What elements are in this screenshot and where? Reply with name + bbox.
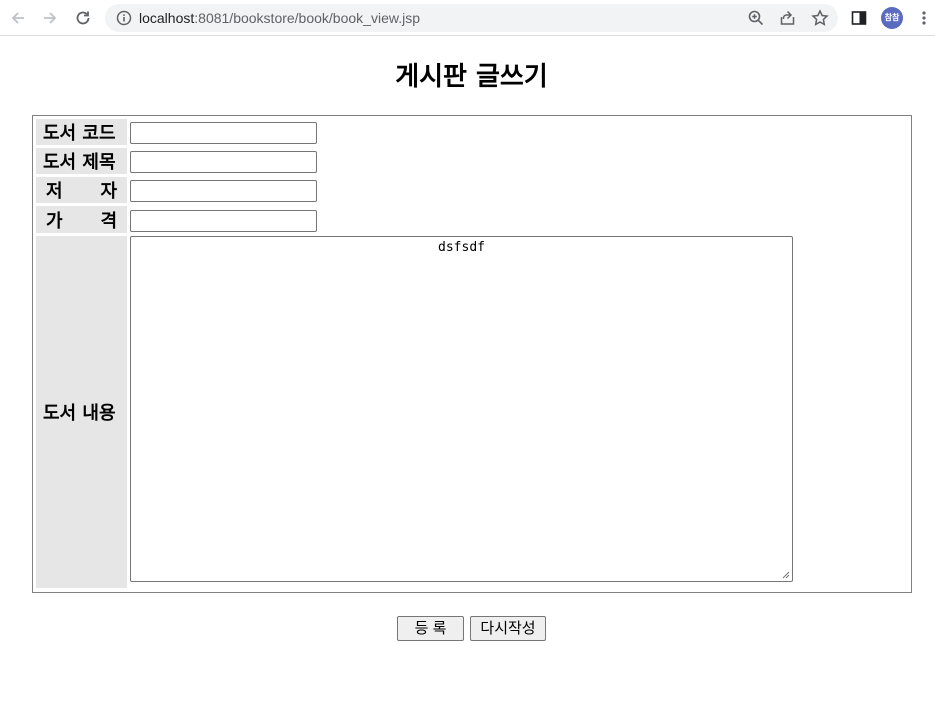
back-button[interactable] [6, 6, 30, 30]
submit-button[interactable]: 등 록 [397, 616, 464, 641]
reload-icon [76, 11, 90, 25]
content-text: dsfsdf [438, 240, 485, 255]
title-label-text: 도서 제목 [43, 152, 116, 173]
side-panel-button[interactable] [849, 8, 869, 28]
code-label: 도서 코드 [36, 119, 127, 145]
reset-button[interactable]: 다시작성 [470, 616, 546, 641]
price-label-char-2: 격 [100, 210, 117, 232]
page-title: 게시판 글쓰기 [395, 62, 548, 92]
resize-grip-icon[interactable] [782, 571, 790, 579]
author-label-char-1: 저 [46, 181, 63, 202]
bookmark-star-icon[interactable] [811, 9, 829, 27]
price-label-char-1: 가 [46, 210, 63, 232]
title-input[interactable] [130, 151, 317, 173]
book-form-table: 도서 코드 도서 제목 저자 가격 도서 내용 dsfsdf [32, 115, 912, 593]
code-input[interactable] [130, 122, 317, 144]
profile-avatar[interactable]: 참참 [881, 7, 903, 29]
browser-toolbar: localhost:8081/bookstore/book/book_view.… [0, 0, 935, 36]
share-icon[interactable] [779, 9, 797, 27]
arrow-right-icon [44, 12, 57, 24]
title-label: 도서 제목 [36, 148, 127, 174]
author-label-text: 저자 [36, 177, 127, 203]
content-label-text: 도서 내용 [43, 403, 116, 424]
reload-button[interactable] [71, 6, 95, 30]
author-label: 저자 [36, 177, 127, 203]
info-icon[interactable] [115, 9, 133, 27]
author-input[interactable] [130, 180, 317, 202]
address-bar[interactable]: localhost:8081/bookstore/book/book_view.… [105, 4, 838, 32]
content-label: 도서 내용 [36, 236, 127, 588]
arrow-left-icon [11, 12, 24, 24]
url-host: localhost [139, 10, 195, 26]
url-text: localhost:8081/bookstore/book/book_view.… [139, 9, 420, 27]
url-path: :8081/bookstore/book/book_view.jsp [194, 10, 420, 26]
price-label: 가격 [36, 206, 127, 233]
price-input[interactable] [130, 210, 317, 232]
price-label-text: 가격 [36, 207, 127, 233]
content-textarea[interactable]: dsfsdf [130, 236, 793, 582]
more-vert-icon [922, 11, 926, 25]
side-panel-icon [851, 11, 867, 25]
zoom-icon[interactable] [747, 9, 765, 27]
menu-button[interactable] [914, 8, 934, 28]
code-label-text: 도서 코드 [43, 123, 116, 144]
author-label-char-2: 자 [100, 181, 117, 202]
forward-button[interactable] [38, 6, 62, 30]
